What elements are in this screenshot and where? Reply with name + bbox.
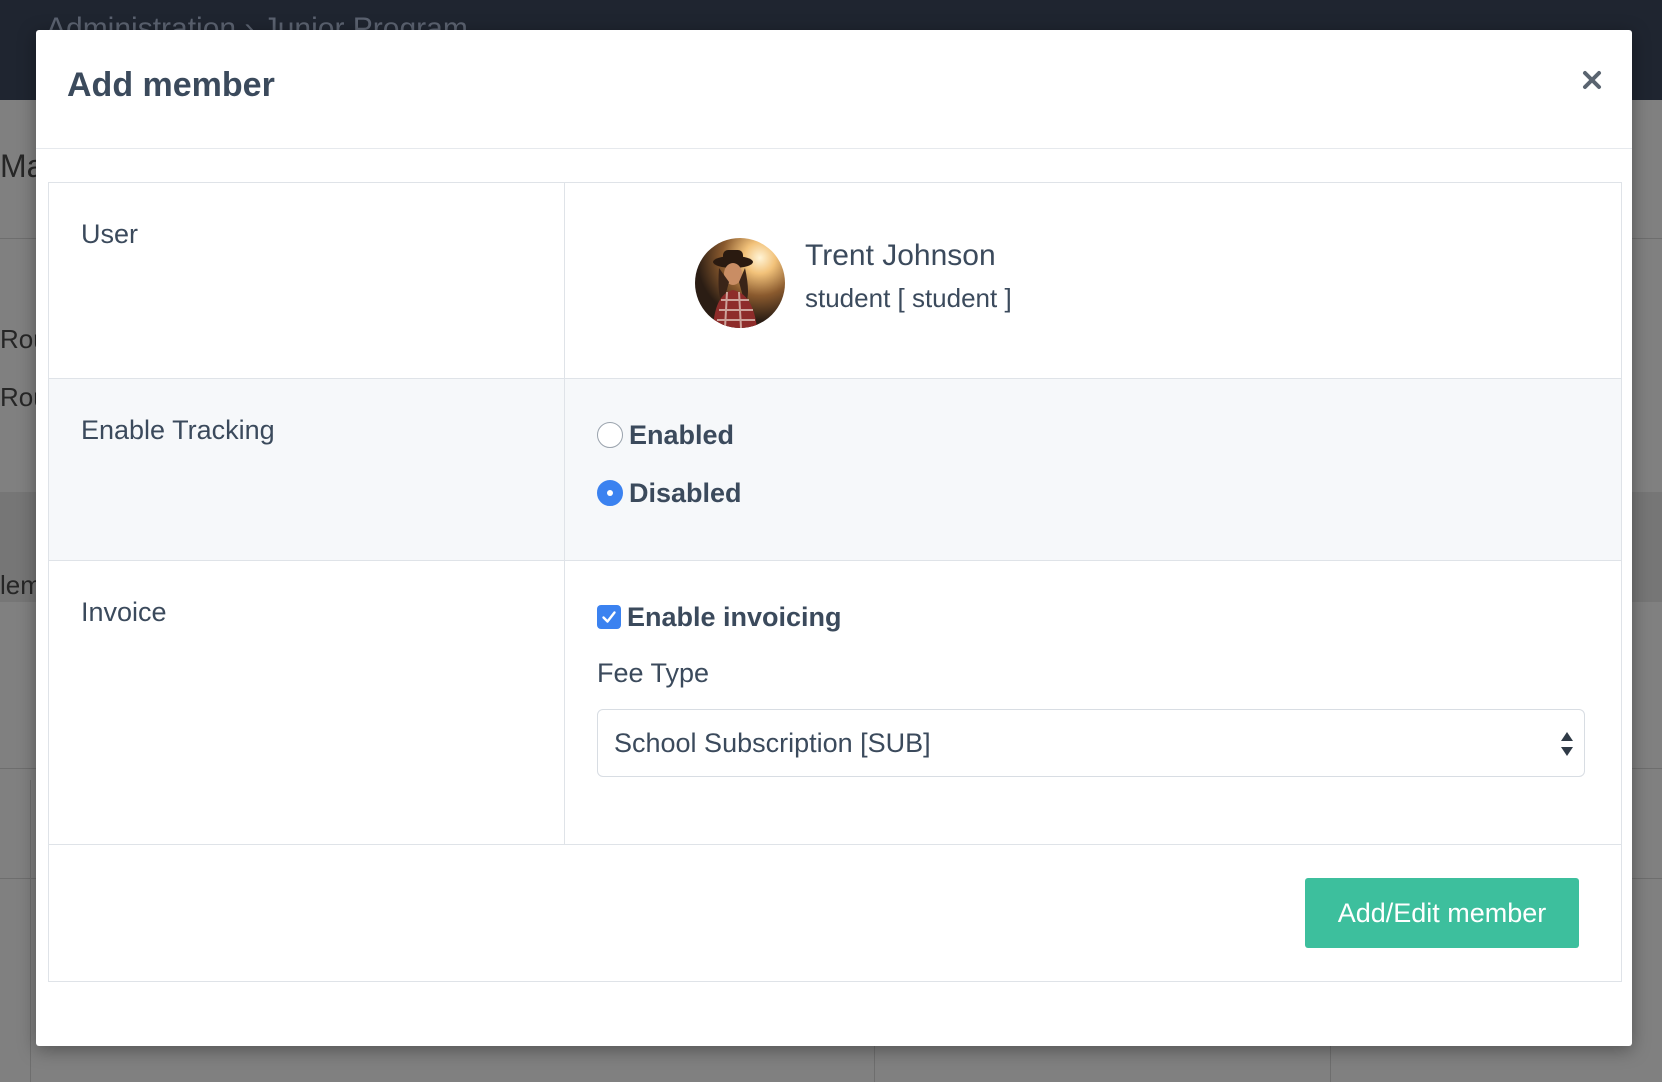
user-row: User Trent Johnson student [student] [49, 183, 1621, 379]
close-button[interactable] [1572, 60, 1612, 100]
enable-invoicing-label: Enable invoicing [627, 601, 842, 632]
enable-invoicing-checkbox[interactable] [597, 605, 621, 629]
fee-type-value: School Subscription [SUB] [614, 728, 931, 758]
add-edit-member-button[interactable]: Add/Edit member [1305, 878, 1579, 948]
tracking-enabled-radio[interactable] [597, 422, 623, 448]
fee-type-select[interactable]: School Subscription [SUB] [597, 709, 1585, 777]
modal-header: Add member [36, 30, 1632, 149]
add-member-modal: Add member User Trent Johnson student [… [36, 30, 1632, 1046]
form-footer: Add/Edit member [49, 845, 1621, 981]
user-card: Trent Johnson student [ student ] [597, 183, 1621, 378]
member-form: User Trent Johnson student [student] E… [48, 182, 1622, 982]
enable-invoicing-option[interactable]: Enable invoicing [597, 599, 1621, 635]
tracking-label: Enable Tracking [49, 379, 565, 560]
select-arrows-icon [1560, 730, 1574, 758]
user-name: Trent Johnson [805, 239, 996, 272]
modal-title: Add member [67, 66, 275, 104]
avatar-photo-icon [695, 238, 785, 328]
close-icon [1583, 71, 1601, 89]
tracking-disabled-option[interactable]: Disabled [597, 475, 1621, 511]
tracking-enabled-option[interactable]: Enabled [597, 417, 1621, 453]
tracking-disabled-radio[interactable] [597, 480, 623, 506]
checkmark-icon [602, 611, 616, 623]
user-role: student [ student ] [805, 283, 1012, 313]
tracking-disabled-label: Disabled [629, 477, 742, 508]
avatar [695, 238, 785, 328]
fee-type-label: Fee Type [597, 658, 710, 688]
tracking-enabled-label: Enabled [629, 419, 735, 450]
tracking-row: Enable Tracking Enabled Disabled [49, 379, 1621, 561]
invoice-row: Invoice Enable invoicing Fee Type School… [49, 561, 1621, 845]
invoice-label: Invoice [49, 561, 565, 844]
background-column-line [30, 780, 31, 1082]
user-label: User [49, 183, 565, 378]
